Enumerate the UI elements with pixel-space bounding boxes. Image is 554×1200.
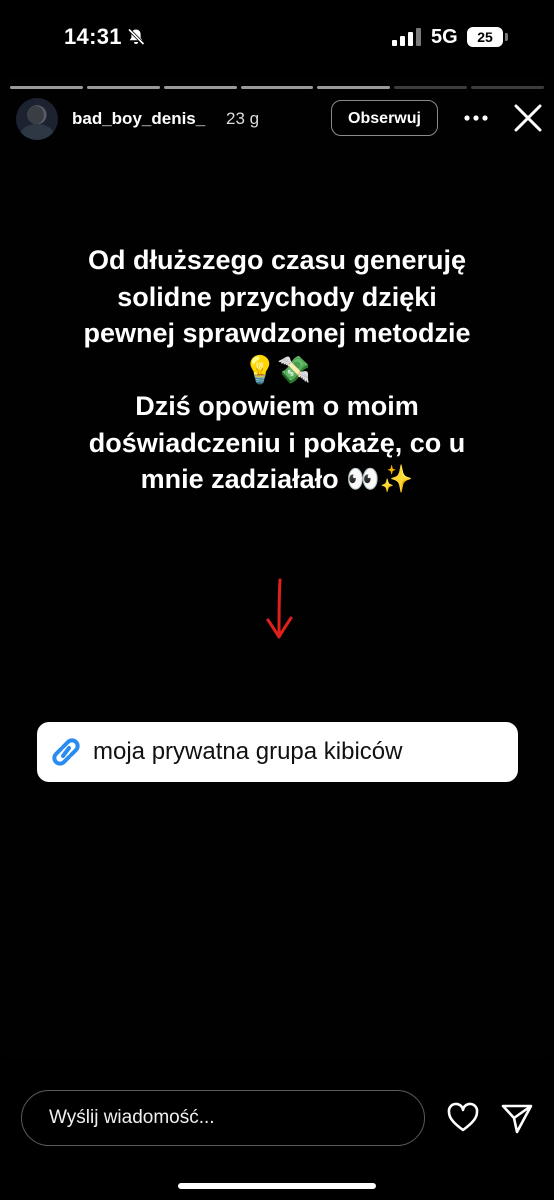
close-icon[interactable]	[512, 102, 544, 134]
bell-slash-icon	[127, 28, 145, 46]
story-progress-bar	[10, 86, 545, 89]
progress-segment	[86, 86, 160, 89]
story-text-line: Dziś opowiem o moim	[135, 391, 419, 421]
link-icon	[52, 738, 80, 766]
message-placeholder: Wyślij wiadomość...	[49, 1107, 215, 1128]
story-text-line: solidne przychody dzięki	[117, 281, 437, 312]
progress-segment	[394, 86, 468, 89]
arrow-down-icon	[266, 578, 293, 639]
username[interactable]: bad_boy_denis_	[72, 109, 205, 129]
progress-segment	[317, 86, 391, 89]
heart-icon[interactable]	[446, 1102, 480, 1134]
network-type: 5G	[431, 26, 458, 48]
avatar[interactable]	[16, 98, 58, 140]
story-text-line: pewnej sprawdzonej metodzie	[83, 318, 471, 348]
home-indicator	[178, 1183, 376, 1189]
story-viewer[interactable]: bad_boy_denis_ 23 g Obserwuj Od dłuższeg…	[0, 76, 554, 1060]
story-text-line: Od dłuższego czasu generuję	[87, 245, 467, 275]
story-text: Od dłuższego czasu generuję solidne przy…	[30, 242, 524, 498]
progress-segment	[10, 86, 83, 89]
link-sticker-label: moja prywatna grupa kibiców	[93, 738, 403, 765]
status-time: 14:31	[64, 24, 122, 49]
story-text-line: mnie zadziałało 👀✨	[140, 464, 414, 494]
post-time: 23 g	[226, 109, 260, 128]
progress-segment	[240, 86, 314, 89]
battery-indicator: 25	[467, 27, 508, 47]
progress-segment	[163, 86, 237, 89]
message-input[interactable]: Wyślij wiadomość...	[21, 1090, 425, 1146]
status-bar: 14:31 5G 25	[0, 0, 554, 76]
story-text-line: doświadczeniu i pokażę, co u	[88, 427, 466, 458]
send-icon[interactable]	[500, 1101, 534, 1135]
progress-segment	[471, 86, 545, 89]
more-options-icon[interactable]	[460, 104, 492, 132]
story-text-line: 💡💸	[243, 354, 311, 385]
signal-icon	[392, 28, 421, 46]
follow-button[interactable]: Obserwuj	[331, 100, 438, 136]
link-sticker[interactable]: moja prywatna grupa kibiców	[37, 722, 518, 782]
